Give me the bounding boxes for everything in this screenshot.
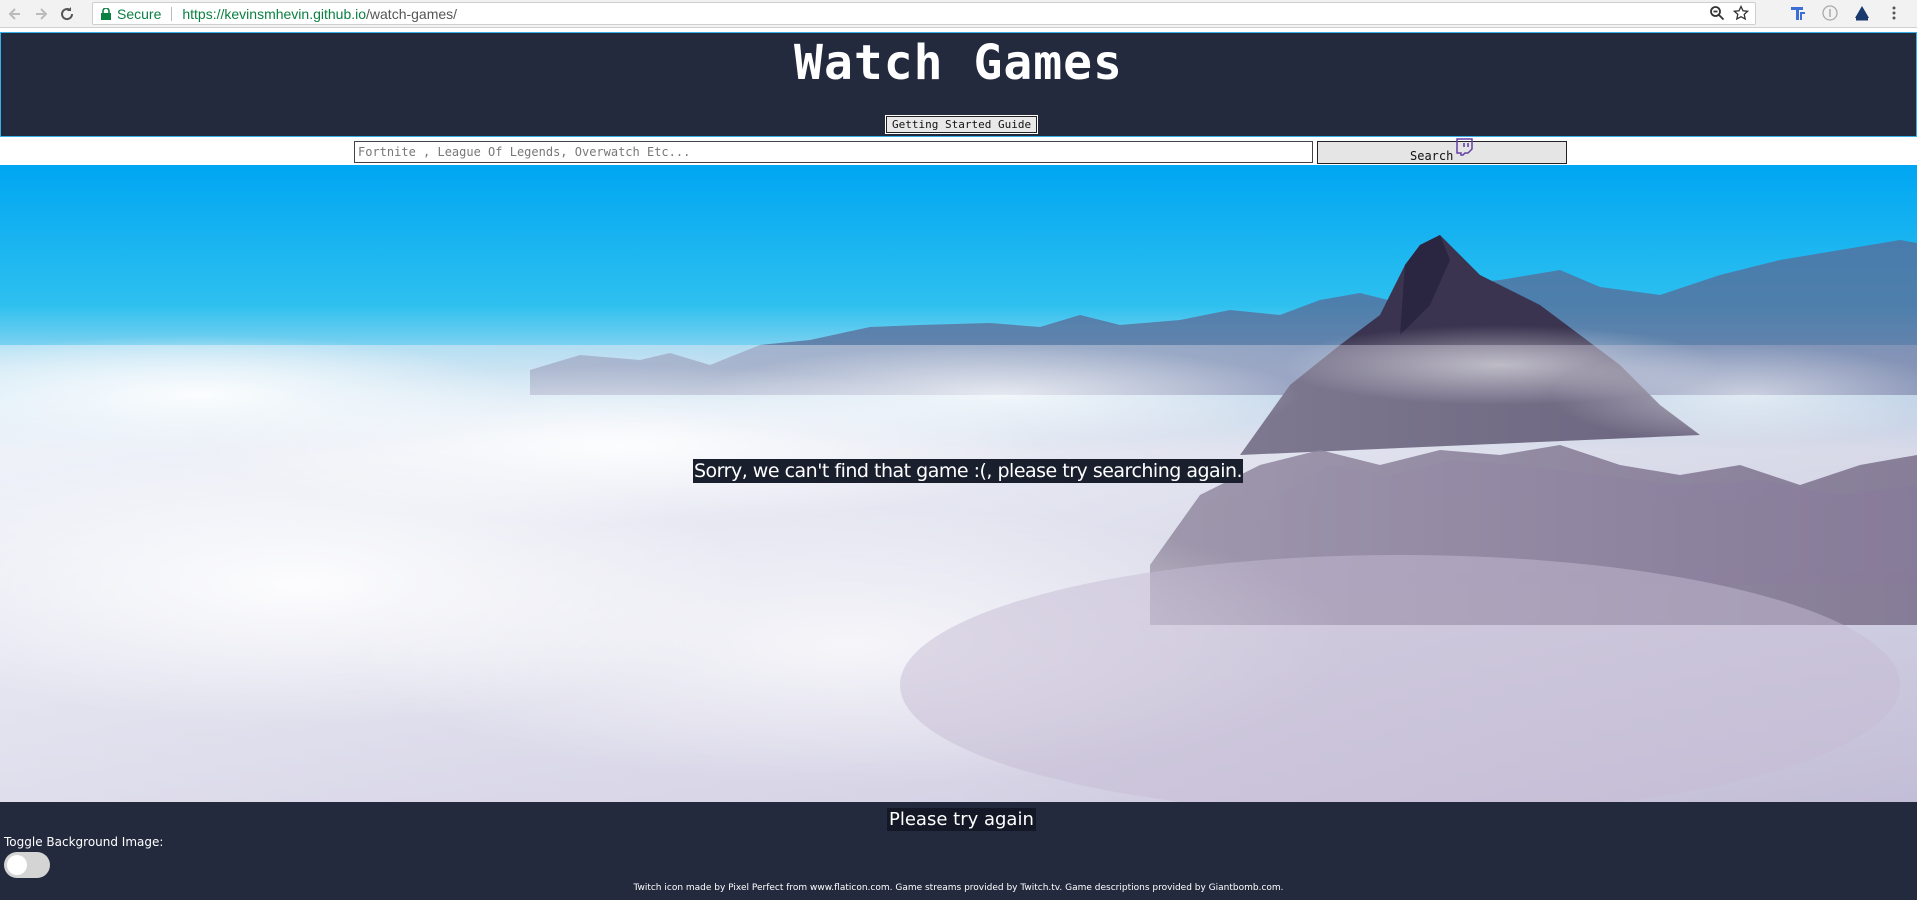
zoom-icon[interactable]	[1709, 5, 1725, 21]
search-button-label: Search	[1410, 149, 1454, 163]
toggle-knob	[7, 855, 27, 875]
forward-arrow-icon[interactable]	[30, 3, 52, 25]
menu-icon[interactable]	[1885, 4, 1903, 22]
credits-text: Twitch icon made by Pixel Perfect from w…	[633, 883, 1284, 893]
toggle-background-label: Toggle Background Image:	[4, 835, 164, 849]
no-results-message: Sorry, we can't find that game :(, pleas…	[693, 459, 1244, 483]
url-path: /watch-games/	[366, 5, 458, 22]
browser-toolbar: Secure https://kevinsmhevin.github.io/wa…	[0, 0, 1917, 28]
site-header: Watch Games Getting Started Guide	[0, 32, 1917, 137]
twitch-icon	[1456, 138, 1473, 156]
extension-icon[interactable]	[1853, 4, 1871, 22]
extension-icon[interactable]	[1789, 4, 1807, 22]
star-icon[interactable]	[1733, 5, 1749, 21]
secure-label: Secure	[117, 5, 162, 22]
try-again-message: Please try again	[887, 808, 1036, 831]
search-bar: Search	[0, 137, 1917, 165]
footer: Please try again Toggle Background Image…	[0, 802, 1917, 900]
search-button[interactable]: Search	[1317, 138, 1567, 164]
url-host: https://kevinsmhevin.github.io	[182, 5, 367, 22]
getting-started-button[interactable]: Getting Started Guide	[884, 115, 1039, 134]
search-input[interactable]	[354, 141, 1313, 163]
mountain-background-image	[0, 165, 1917, 802]
divider	[171, 6, 173, 21]
background-area: Sorry, we can't find that game :(, pleas…	[0, 165, 1917, 802]
back-arrow-icon[interactable]	[4, 3, 26, 25]
reload-icon[interactable]	[56, 3, 78, 25]
lock-icon	[101, 7, 111, 20]
page-title: Watch Games	[794, 35, 1123, 91]
extension-icon[interactable]	[1821, 4, 1839, 22]
address-bar[interactable]: Secure https://kevinsmhevin.github.io/wa…	[92, 2, 1756, 25]
background-toggle-switch[interactable]	[4, 852, 50, 878]
